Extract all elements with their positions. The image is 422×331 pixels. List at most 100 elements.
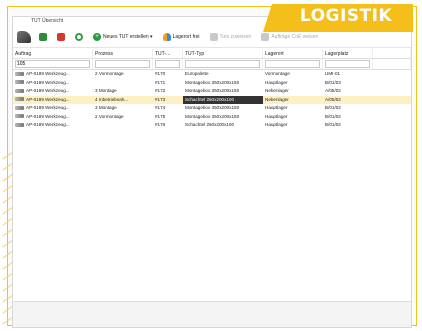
- cell-lagerort: Hauptlager: [265, 105, 288, 110]
- cell-lagerplatz: B/01/02: [325, 122, 341, 127]
- cell-lagerplatz: B/01/02: [325, 105, 341, 110]
- cell-tut: #174: [155, 105, 166, 110]
- storage-free-label: Lagerort frei: [172, 33, 200, 40]
- unassign-icon: [209, 32, 218, 41]
- filter-prozess-input[interactable]: [95, 60, 150, 68]
- cell-tut-typ: Montagebox 350x200x150: [185, 88, 240, 93]
- filter-auftrag-input[interactable]: [15, 60, 90, 68]
- table-header: Auftrag Prozess TUT-... TUT-Typ Lagerort…: [13, 49, 411, 59]
- export-excel-button[interactable]: [37, 30, 49, 44]
- refresh-icon: [75, 32, 83, 41]
- cell-auftrag: AP-0189 Werkzeug...: [13, 113, 93, 122]
- filter-lagerort-input[interactable]: [265, 60, 320, 68]
- screenshot-frame: TUT Übersicht + Neues TUT erstellen ▾ La…: [0, 0, 422, 331]
- column-header-tut-typ[interactable]: TUT-Typ: [183, 49, 263, 58]
- cell-prozess: 2 Vormontage: [95, 71, 124, 76]
- cell-auftrag: AP-0189 Werkzeug...: [13, 121, 93, 130]
- cell-tut: #170: [155, 71, 166, 76]
- cell-auftrag-text: AP-0189 Werkzeug...: [26, 71, 70, 76]
- cell-lagerplatz: B/01/02: [325, 113, 341, 119]
- cell-tut: #172: [155, 88, 166, 93]
- storage-place-icon: [162, 32, 171, 41]
- cell-prozess: 3 Montage: [95, 88, 117, 93]
- order-edit-icon: [261, 32, 270, 41]
- app-window: TUT Übersicht + Neues TUT erstellen ▾ La…: [12, 16, 412, 328]
- cell-lagerort: Hauptlager: [265, 79, 288, 85]
- new-tut-label: Neues TUT erstellen ▾: [103, 33, 153, 40]
- add-icon: +: [93, 32, 101, 41]
- filter-tut-input[interactable]: [155, 60, 180, 68]
- banner-label: LOGISTIK: [299, 6, 393, 26]
- order-icon: [15, 122, 24, 127]
- excel-icon: [39, 32, 47, 41]
- cell-tut-typ: Montagebox 350x200x150: [185, 79, 240, 85]
- cell-auftrag: AP-0189 Werkzeug...: [13, 87, 93, 96]
- table-row[interactable]: AP-0189 Werkzeug... 3 Montage #172 Montageb…: [13, 87, 411, 96]
- column-header-prozess[interactable]: Prozess: [93, 49, 153, 58]
- new-tut-button[interactable]: + Neues TUT erstellen ▾: [91, 30, 155, 44]
- cell-lagerort: Vormontage: [265, 71, 290, 76]
- cell-lagerplatz: B/01/03: [325, 79, 341, 85]
- cell-lagerort: Nebenlager: [265, 96, 289, 102]
- cell-prozess: 4 Inbetriebnah...: [95, 96, 129, 102]
- cell-auftrag: AP-0189 Werkzeug...: [13, 79, 93, 88]
- export-pdf-button[interactable]: [55, 30, 67, 44]
- cell-auftrag-text: AP-0189 Werkzeug...: [26, 88, 70, 93]
- cell-lagerort: Nebenlager: [265, 88, 289, 93]
- assign-tuts-button[interactable]: Tuts zuweisen: [208, 30, 254, 44]
- cell-prozess: 3 Montage: [95, 105, 117, 110]
- cell-auftrag-text: AP-0189 Werkzeug...: [26, 96, 70, 102]
- cell-auftrag-text: AP-0189 Werkzeug...: [26, 105, 70, 110]
- close-view-icon[interactable]: [17, 30, 31, 43]
- status-bar: [13, 301, 411, 327]
- cell-lagerplatz: A/05/02: [325, 96, 341, 102]
- storage-free-button[interactable]: Lagerort frei: [161, 30, 202, 44]
- table-row[interactable]: AP-0189 Werkzeug... 2 Vormontage #170 Europ…: [13, 70, 411, 79]
- cell-tut-typ: Europalette: [185, 71, 209, 76]
- tut-table: Auftrag Prozess TUT-... TUT-Typ Lagerort…: [13, 49, 411, 130]
- cell-prozess: [93, 121, 153, 130]
- table-row[interactable]: AP-0189 Werkzeug... #176 Schachtel 250x200…: [13, 121, 411, 130]
- assign-tuts-label: Tuts zuweisen: [219, 33, 252, 40]
- cell-prozess: [93, 79, 153, 88]
- refresh-button[interactable]: [73, 30, 85, 44]
- cell-lagerplatz: UMI-01: [325, 71, 341, 76]
- order-icon: [15, 114, 24, 119]
- assign-orders-label: Aufträge CoE weisen: [271, 33, 319, 40]
- cell-auftrag: AP-0189 Werkzeug...: [13, 96, 93, 105]
- cell-tut-typ: Montagebox 350x200x150: [185, 113, 240, 119]
- table-body: AP-0189 Werkzeug... 2 Vormontage #170 Europ…: [13, 70, 411, 130]
- cell-auftrag: AP-0189 Werkzeug...: [13, 70, 93, 79]
- cell-tut: #175: [155, 113, 166, 119]
- cell-prozess: 2 Vormontage: [95, 113, 124, 119]
- cell-tut-typ: Schachtel 250x200x100: [183, 95, 263, 104]
- column-header-tut[interactable]: TUT-...: [153, 49, 183, 58]
- filter-typ-input[interactable]: [185, 60, 260, 68]
- pdf-icon: [57, 32, 65, 41]
- cell-tut-typ: Montagebox 350x200x150: [185, 105, 240, 110]
- cell-tut: #171: [155, 79, 166, 85]
- cell-tut: #176: [155, 122, 166, 127]
- cell-lagerplatz: A/05/02: [325, 88, 341, 93]
- column-header-auftrag[interactable]: Auftrag: [13, 49, 93, 58]
- table-row[interactable]: AP-0189 Werkzeug... #171 Montagebox 350x20…: [13, 79, 411, 88]
- filter-lagerplatz-input[interactable]: [325, 60, 370, 68]
- cell-auftrag-text: AP-0189 Werkzeug...: [26, 79, 70, 85]
- order-icon: [15, 97, 24, 102]
- column-header-lagerort[interactable]: Lagerort: [263, 49, 323, 58]
- cell-tut: #173: [155, 96, 166, 102]
- cell-auftrag: AP-0189 Werkzeug...: [13, 104, 93, 113]
- order-icon: [15, 88, 24, 93]
- cell-lagerort: Hauptlager: [265, 113, 288, 119]
- table-row[interactable]: AP-0189 Werkzeug... 2 Vormontage #175 Monta…: [13, 113, 411, 122]
- column-header-lagerplatz[interactable]: Lagerplatz: [323, 49, 373, 58]
- table-row[interactable]: AP-0189 Werkzeug... 4 Inbetriebnah... #173…: [13, 95, 411, 105]
- filter-row: [13, 59, 411, 70]
- cell-lagerort: Hauptlager: [265, 122, 288, 127]
- order-icon: [15, 71, 24, 76]
- order-icon: [15, 105, 24, 110]
- cell-auftrag-text: AP-0189 Werkzeug...: [26, 122, 70, 127]
- table-row[interactable]: AP-0189 Werkzeug... 3 Montage #174 Montageb…: [13, 104, 411, 113]
- order-icon: [15, 80, 24, 85]
- cell-auftrag-text: AP-0189 Werkzeug...: [26, 113, 70, 119]
